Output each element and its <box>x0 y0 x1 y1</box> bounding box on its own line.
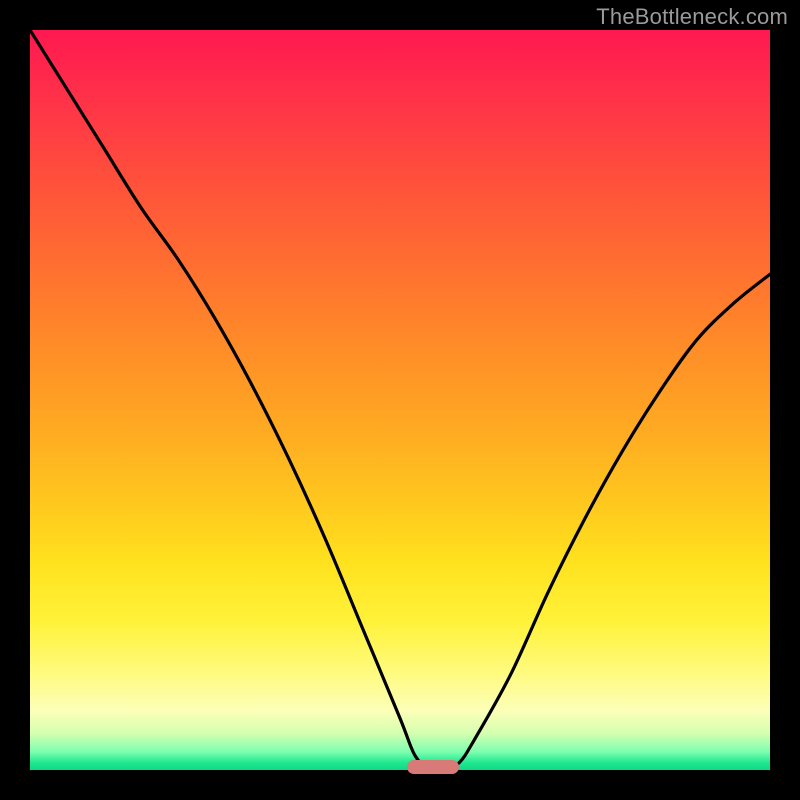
curve-path <box>30 30 770 770</box>
chart-frame: TheBottleneck.com <box>0 0 800 800</box>
plot-area <box>30 30 770 770</box>
bottleneck-curve <box>30 30 770 770</box>
optimal-range-marker <box>407 760 459 774</box>
watermark-text: TheBottleneck.com <box>596 4 788 30</box>
